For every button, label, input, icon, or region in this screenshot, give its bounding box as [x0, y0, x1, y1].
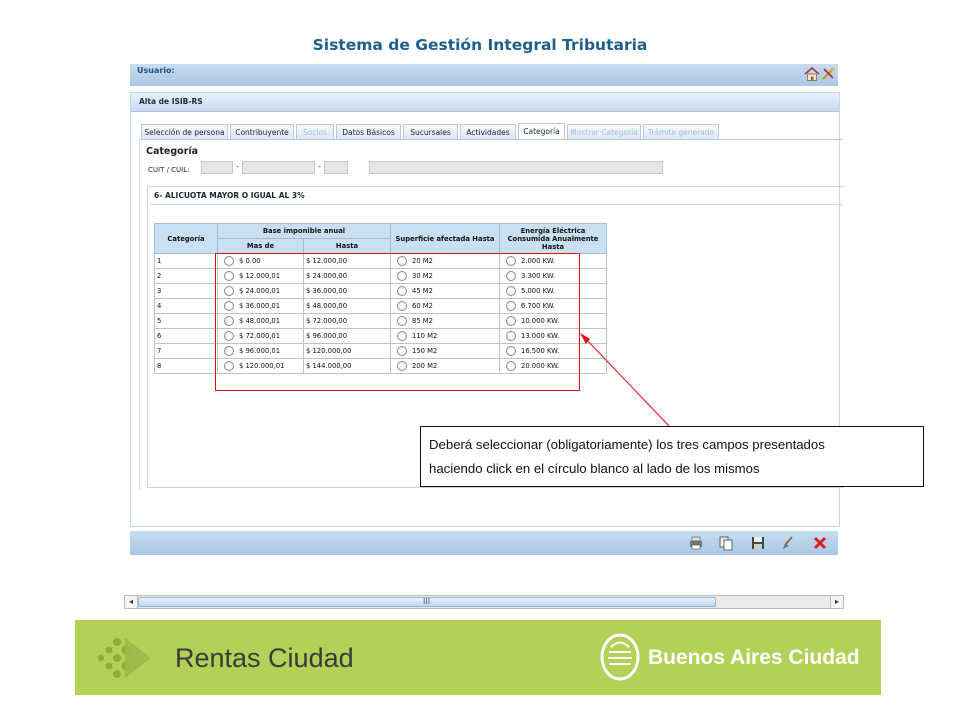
scroll-left-arrow-icon[interactable]: ◂ [125, 596, 138, 608]
print-icon[interactable] [688, 535, 704, 551]
scroll-thumb[interactable]: III [138, 597, 716, 607]
horizontal-scrollbar[interactable]: ◂ III ▸ [124, 595, 844, 609]
scroll-grip: III [423, 597, 431, 606]
callout-line-1: Deberá seleccionar (obligatoriamente) lo… [429, 437, 825, 452]
copy-icon[interactable] [718, 535, 734, 551]
bottom-toolbar [130, 531, 838, 555]
rentas-ciudad-brand: Rentas Ciudad [175, 643, 354, 673]
clean-icon[interactable] [780, 535, 796, 551]
annotation-arrow [580, 333, 671, 428]
save-icon[interactable] [750, 535, 766, 551]
rentas-logo-icon [98, 638, 151, 678]
buenos-aires-ciudad-brand: Buenos Aires Ciudad [648, 646, 860, 669]
scroll-right-arrow-icon[interactable]: ▸ [830, 596, 843, 608]
buenos-aires-logo-icon [600, 633, 640, 681]
footer-banner: Rentas Ciudad Buenos Aires Ciudad [75, 620, 881, 695]
instruction-callout: Deberá seleccionar (obligatoriamente) lo… [420, 426, 924, 487]
callout-line-2: haciendo click en el círculo blanco al l… [429, 461, 760, 476]
close-icon[interactable] [812, 535, 828, 551]
